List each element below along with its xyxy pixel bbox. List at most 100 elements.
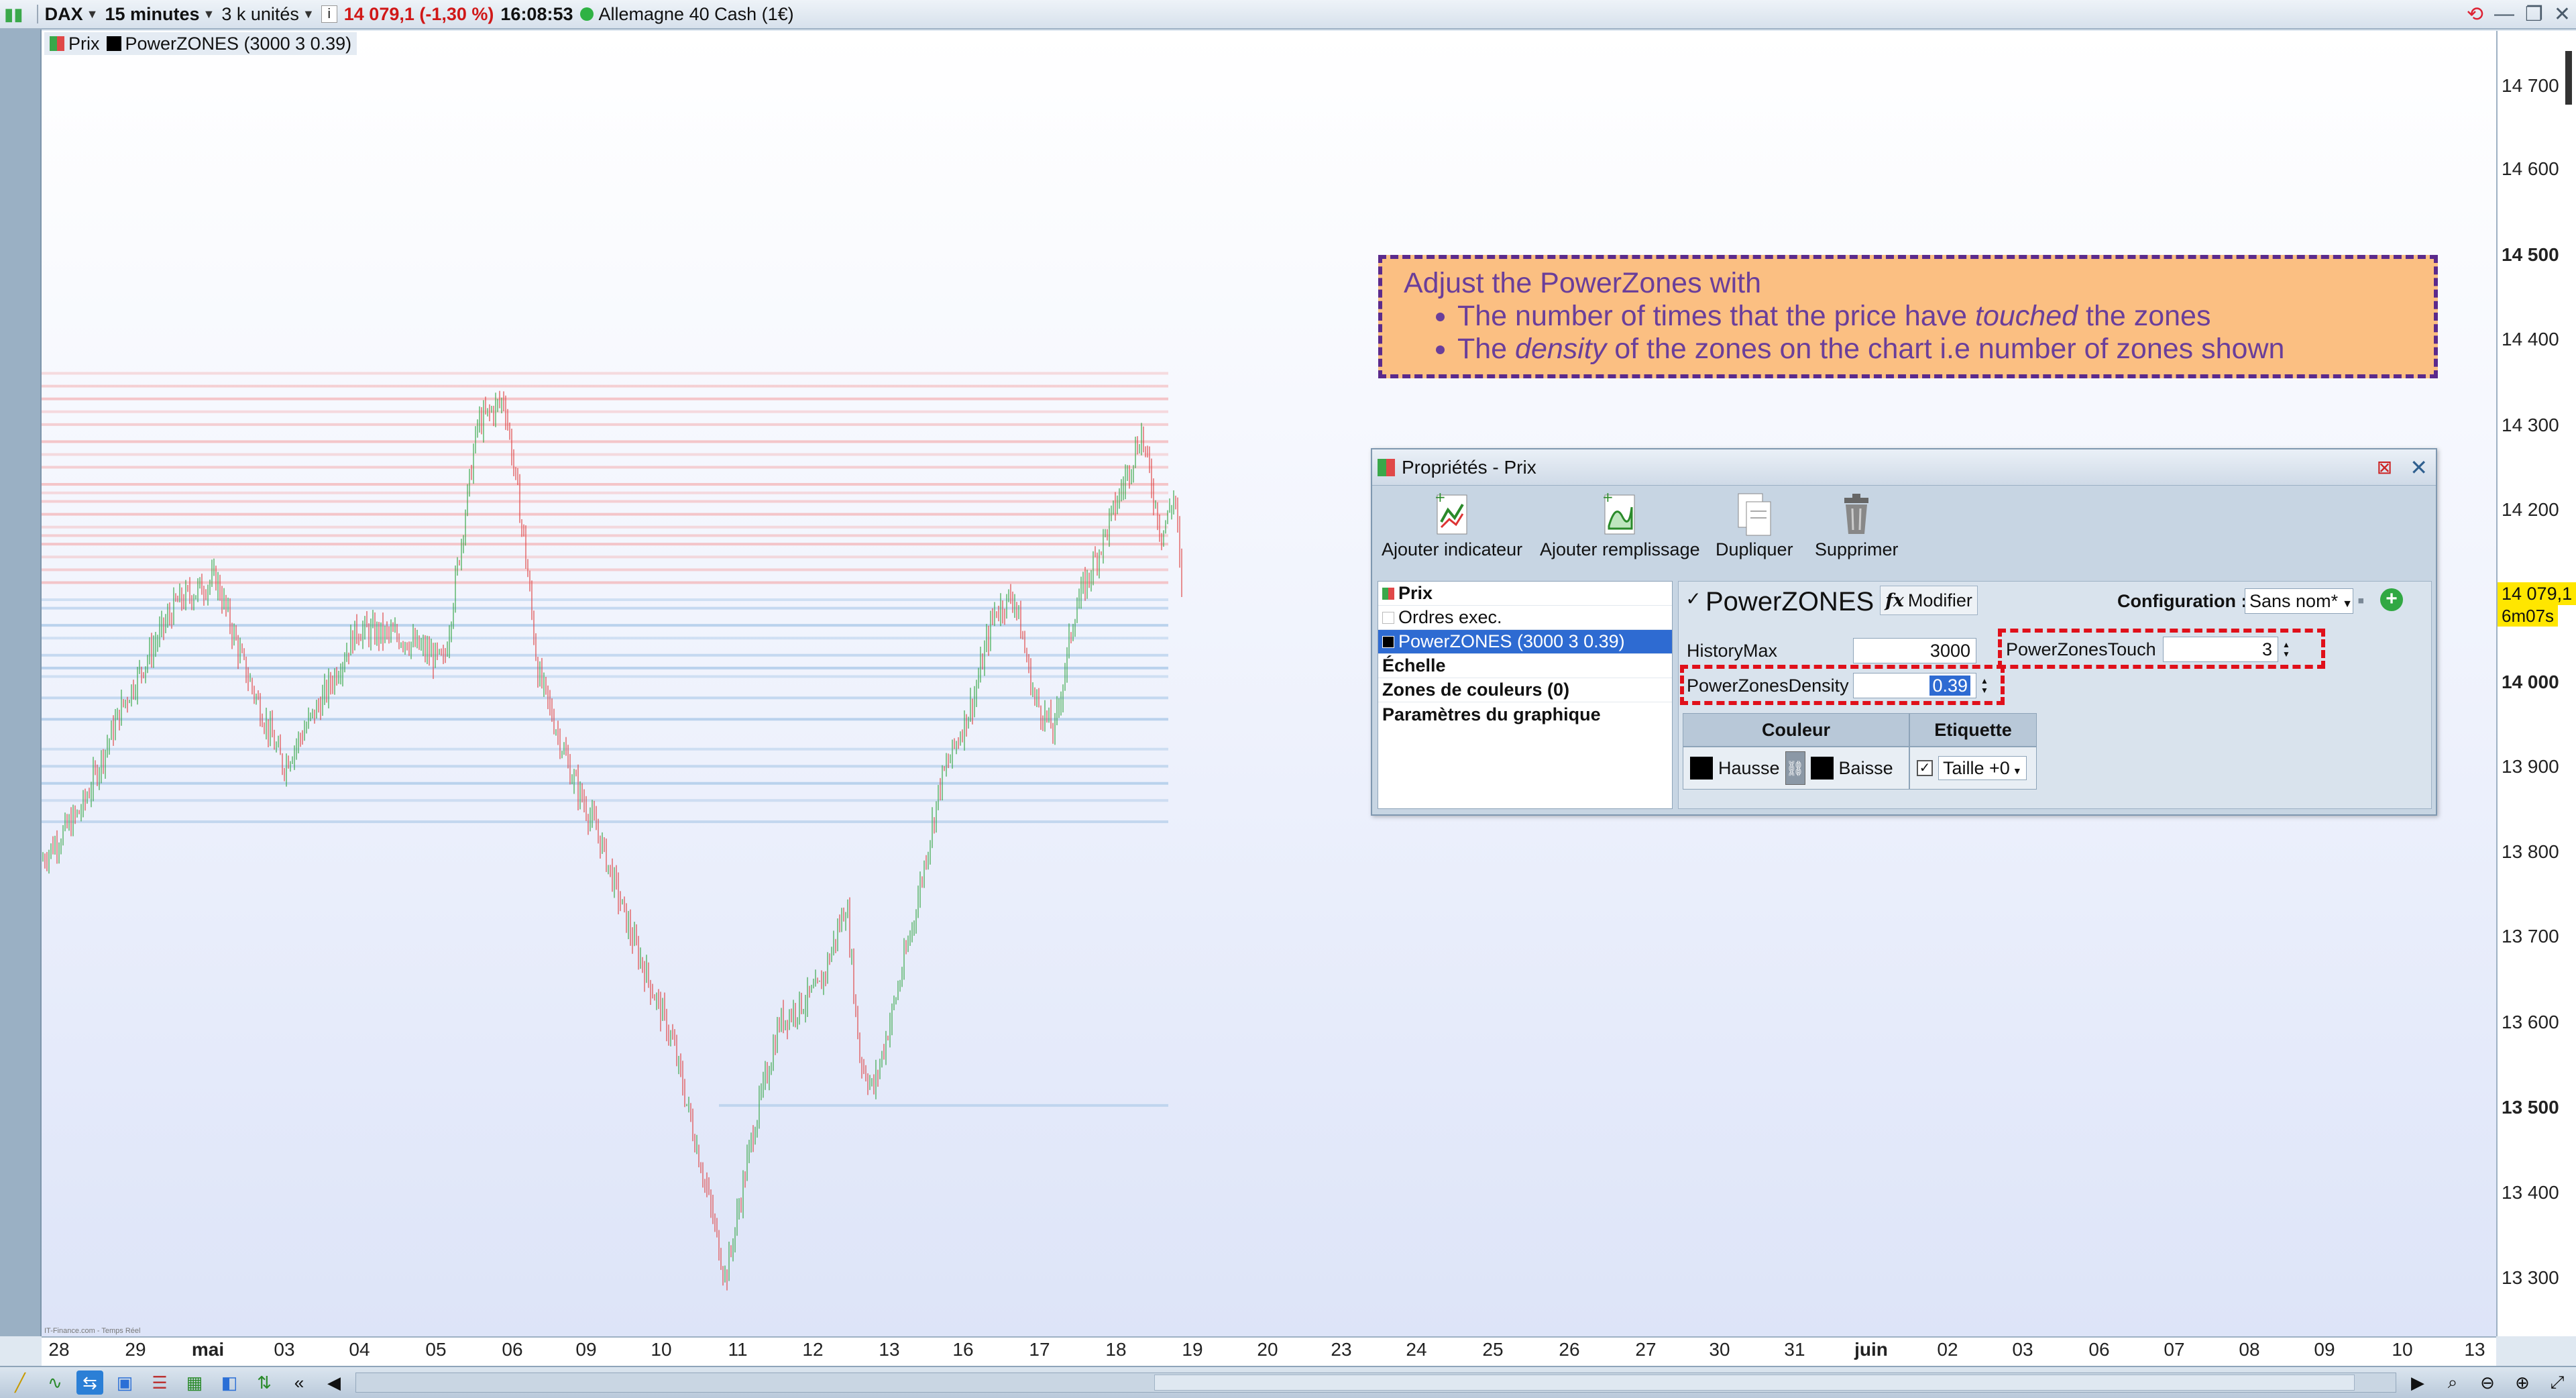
annotation-bullets: The number of times that the price have … xyxy=(1404,300,2412,366)
properties-tree[interactable]: Prix Ordres exec. PowerZONES (3000 3 0.3… xyxy=(1378,581,1673,809)
chart-legend[interactable]: Prix PowerZONES (3000 3 0.39) xyxy=(44,32,357,55)
tree-item-label: Zones de couleurs (0) xyxy=(1382,680,1570,700)
multi-chart-icon[interactable]: ◧ xyxy=(216,1370,243,1395)
x-tick-label: 06 xyxy=(2088,1339,2110,1360)
x-tick-label: 03 xyxy=(274,1339,295,1360)
portfolio-icon[interactable]: ▦ xyxy=(181,1370,208,1395)
x-tick-label: 12 xyxy=(802,1339,824,1360)
units-selector[interactable]: 3 k unités ▼ xyxy=(221,4,314,25)
x-tick-label: 17 xyxy=(1029,1339,1050,1360)
alert-icon[interactable]: ⟲ xyxy=(2467,3,2483,26)
dialog-close-icon[interactable]: ✕ xyxy=(2410,455,2428,480)
scroll-left-icon[interactable]: ◀ xyxy=(321,1370,347,1395)
axis-scroll-handle[interactable] xyxy=(2565,51,2572,105)
tree-item-label: Prix xyxy=(1398,583,1433,603)
tree-item-color-zones[interactable]: Zones de couleurs (0) xyxy=(1378,678,1672,702)
touch-highlight-box xyxy=(1998,629,2325,669)
market-name: Allemagne 40 Cash (1€) xyxy=(598,3,794,24)
label-column-header: Etiquette xyxy=(1909,713,2037,747)
bullet-text: of the zones on the chart i.e number of … xyxy=(1606,333,2285,365)
tree-item-powerzones[interactable]: PowerZONES (3000 3 0.39) xyxy=(1378,630,1672,654)
chevron-down-icon: ▼ xyxy=(86,7,99,21)
x-tick-label: 02 xyxy=(1937,1339,1958,1360)
horizontal-scrollbar[interactable] xyxy=(355,1373,2396,1393)
broadcast-icon[interactable]: ▣ xyxy=(111,1370,138,1395)
price-color-icon xyxy=(50,36,64,51)
up-color-swatch[interactable] xyxy=(1690,757,1713,779)
annotation-heading: Adjust the PowerZones with xyxy=(1404,267,1761,299)
tree-item-scale[interactable]: Échelle xyxy=(1378,654,1672,678)
x-tick-label: 09 xyxy=(575,1339,597,1360)
delete-button[interactable]: Supprimer xyxy=(1815,490,1899,560)
history-max-input[interactable]: 3000 xyxy=(1853,638,1976,663)
dialog-title: Propriétés - Prix xyxy=(1402,456,1536,478)
tree-item-price[interactable]: Prix xyxy=(1378,582,1672,606)
indicator-chart-icon[interactable]: ∿ xyxy=(42,1370,68,1395)
modify-label: Modifier xyxy=(1907,590,1972,610)
scroll-right-icon[interactable]: ▶ xyxy=(2404,1370,2431,1395)
y-tick-label: 13 900 xyxy=(2502,756,2559,777)
current-price-badge: 14 079,1 xyxy=(2498,582,2576,605)
properties-dialog[interactable]: Propriétés - Prix ⊠ ✕ + Ajouter indicate… xyxy=(1371,448,2437,816)
zoom-in-icon[interactable]: ⊕ xyxy=(2509,1370,2536,1395)
time-axis[interactable]: 28 29 mai 03 04 05 06 09 10 11 12 13 16 17 18 19 20 23 24 2… xyxy=(42,1336,2496,1366)
x-tick-label: 29 xyxy=(125,1339,146,1360)
y-tick-label: 14 500 xyxy=(2502,244,2559,265)
link-colors-icon[interactable]: ⛓ xyxy=(1785,751,1805,785)
duplicate-button[interactable]: Dupliquer xyxy=(1716,490,1793,560)
clock-time: 16:08:53 xyxy=(500,3,573,24)
down-color-swatch[interactable] xyxy=(1810,757,1834,779)
report-icon[interactable]: ☰ xyxy=(146,1370,173,1395)
save-icon[interactable]: ▪ xyxy=(2357,590,2365,612)
tree-item-chart-params[interactable]: Paramètres du graphique xyxy=(1378,702,1672,727)
legend-price[interactable]: Prix xyxy=(68,34,100,54)
zoom-fit-icon[interactable]: ⌕ xyxy=(2439,1370,2466,1395)
y-tick-label: 13 800 xyxy=(2502,841,2559,862)
tool-label: Ajouter indicateur xyxy=(1382,539,1523,559)
timeframe-selector[interactable]: 15 minutes ▼ xyxy=(105,4,215,25)
chevron-down-icon: ▼ xyxy=(203,7,215,21)
add-config-icon[interactable]: + xyxy=(2380,588,2403,611)
config-select[interactable]: Sans nom* ▼ xyxy=(2245,588,2353,614)
tree-item-label: Ordres exec. xyxy=(1398,607,1502,627)
instrument-selector[interactable]: DAX ▼ xyxy=(45,4,99,25)
x-tick-label: 30 xyxy=(1709,1339,1730,1360)
close-icon[interactable]: ✕ xyxy=(2554,3,2571,26)
dialog-titlebar[interactable]: Propriétés - Prix ⊠ ✕ xyxy=(1372,449,2436,486)
color-cell: Hausse ⛓ Baisse xyxy=(1683,747,1909,790)
window-grip-icon[interactable]: ▮▮ xyxy=(4,4,23,25)
label-size-select[interactable]: Taille +0 ▼ xyxy=(1938,756,2027,780)
separator xyxy=(36,5,38,23)
share-icon[interactable]: ⇆ xyxy=(76,1370,103,1395)
indicator-color-icon xyxy=(106,36,121,51)
x-tick-label: juin xyxy=(1854,1339,1888,1360)
trash-icon xyxy=(1835,490,1878,539)
label-checkbox[interactable]: ✓ xyxy=(1917,760,1933,776)
zoom-out-icon[interactable]: ⊖ xyxy=(2474,1370,2501,1395)
bullet-emphasis: touched xyxy=(1975,300,2078,332)
watermark: IT-Finance.com - Temps Réel xyxy=(44,1327,141,1335)
trade-icon[interactable]: ⇅ xyxy=(251,1370,278,1395)
restore-icon[interactable]: ❐ xyxy=(2525,3,2543,26)
tree-item-orders[interactable]: Ordres exec. xyxy=(1378,606,1672,630)
add-fill-button[interactable]: + Ajouter remplissage xyxy=(1540,490,1700,560)
info-icon[interactable]: i xyxy=(321,5,337,23)
indicator-settings-panel: ✓ PowerZONES fx Modifier Configuration : … xyxy=(1678,581,2432,809)
modify-button[interactable]: fx Modifier xyxy=(1880,586,1978,615)
draw-line-icon[interactable]: ╱ xyxy=(7,1370,34,1395)
bottom-toolbar: ╱ ∿ ⇆ ▣ ☰ ▦ ◧ ⇅ « ◀ ▶ ⌕ ⊖ ⊕ ⤢ xyxy=(0,1366,2576,1398)
tool-label: Dupliquer xyxy=(1716,539,1793,559)
x-tick-label: 13 xyxy=(2464,1339,2485,1360)
settings-reset-icon[interactable]: ⊠ xyxy=(2377,456,2392,478)
add-fill-icon: + xyxy=(1598,490,1641,539)
price-axis[interactable]: 14 70014 60014 50014 40014 30014 20014 1… xyxy=(2496,31,2576,1336)
indicator-visible-checkbox[interactable]: ✓ xyxy=(1685,590,1701,608)
scrollbar-thumb[interactable] xyxy=(1154,1375,2355,1391)
tool-label: Supprimer xyxy=(1815,539,1899,559)
fullscreen-icon[interactable]: ⤢ xyxy=(2544,1370,2571,1395)
add-indicator-button[interactable]: + Ajouter indicateur xyxy=(1382,490,1522,560)
legend-indicator[interactable]: PowerZONES (3000 3 0.39) xyxy=(125,34,352,54)
x-tick-label: 10 xyxy=(2392,1339,2413,1360)
minimize-icon[interactable]: — xyxy=(2494,3,2514,25)
collapse-icon[interactable]: « xyxy=(286,1370,313,1395)
